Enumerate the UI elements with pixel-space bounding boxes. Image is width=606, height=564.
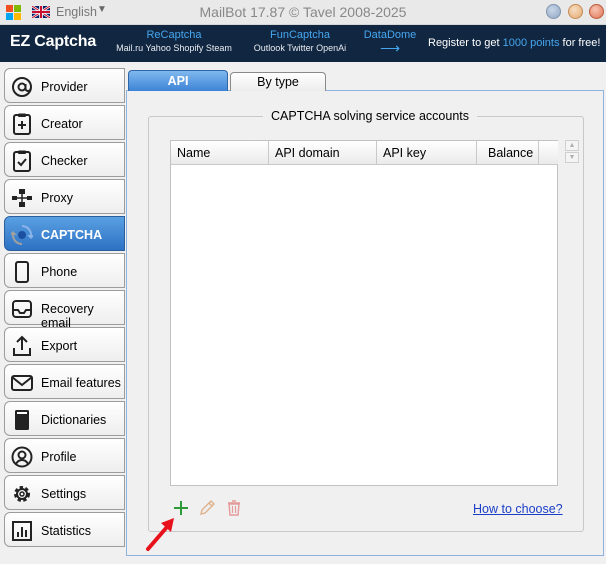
banner-funcaptcha: FunCaptcha Outlook Twitter OpenAi xyxy=(253,29,347,53)
maximize-button[interactable] xyxy=(568,4,583,19)
at-icon xyxy=(12,77,32,97)
inbox-icon xyxy=(12,300,32,318)
accounts-table[interactable]: Name API domain API key Balance xyxy=(170,140,558,486)
sidebar-item-export[interactable]: Export xyxy=(4,327,125,362)
envelope-icon xyxy=(11,375,33,391)
phone-icon xyxy=(15,261,29,283)
sidebar-item-statistics[interactable]: Statistics xyxy=(4,512,125,547)
column-header-name[interactable]: Name xyxy=(171,141,269,165)
book-icon xyxy=(15,410,29,430)
checklist-icon xyxy=(13,150,31,172)
delete-account-button[interactable] xyxy=(224,498,244,518)
column-header-balance[interactable]: Balance xyxy=(477,141,539,165)
sidebar-item-recovery-email[interactable]: Recovery email xyxy=(4,290,125,330)
banner-recaptcha: ReCaptcha Mail.ru Yahoo Shopify Steam xyxy=(116,29,232,53)
bar-chart-icon xyxy=(12,521,32,541)
scroll-down-button[interactable]: ▼ xyxy=(565,152,579,163)
add-document-icon xyxy=(13,113,31,135)
arrow-right-icon: ⟶ xyxy=(379,40,401,56)
sidebar-item-captcha[interactable]: CAPTCHA xyxy=(4,216,125,251)
sidebar-item-dictionaries[interactable]: Dictionaries xyxy=(4,401,125,436)
gear-icon xyxy=(14,486,30,502)
edit-account-button[interactable] xyxy=(197,498,217,518)
sidebar-item-settings[interactable]: Settings xyxy=(4,475,125,510)
tab-api[interactable]: API xyxy=(128,70,228,91)
user-icon xyxy=(11,446,33,468)
ad-banner[interactable]: EZ Captcha ReCaptcha Mail.ru Yahoo Shopi… xyxy=(0,25,606,62)
minimize-button[interactable] xyxy=(546,4,561,19)
export-icon xyxy=(13,335,31,356)
sidebar-item-creator[interactable]: Creator xyxy=(4,105,125,140)
column-header-api-domain[interactable]: API domain xyxy=(269,141,377,165)
sidebar-item-profile[interactable]: Profile xyxy=(4,438,125,473)
sidebar-item-provider[interactable]: Provider xyxy=(4,68,125,103)
captcha-icon xyxy=(11,225,33,245)
sidebar-item-checker[interactable]: Checker xyxy=(4,142,125,177)
scroll-up-button[interactable]: ▲ xyxy=(565,140,579,151)
register-promo: Register to get 1000 points for free! xyxy=(428,37,601,49)
banner-datadome: DataDome ⟶ xyxy=(363,29,417,56)
column-header-filler xyxy=(539,141,558,165)
group-title: CAPTCHA solving service accounts xyxy=(263,109,477,123)
sidebar-item-phone[interactable]: Phone xyxy=(4,253,125,288)
red-arrow-annotation xyxy=(146,518,174,551)
column-header-api-key[interactable]: API key xyxy=(377,141,477,165)
proxy-icon xyxy=(12,189,32,207)
title-bar: English ▼ MailBot 17.87 © Tavel 2008-202… xyxy=(0,0,606,25)
how-to-choose-link[interactable]: How to choose? xyxy=(473,502,563,516)
window-title: MailBot 17.87 © Tavel 2008-2025 xyxy=(199,4,407,20)
sidebar-item-email-features[interactable]: Email features xyxy=(4,364,125,399)
tab-by-type[interactable]: By type xyxy=(230,72,326,91)
close-button[interactable] xyxy=(589,4,604,19)
sidebar-item-proxy[interactable]: Proxy xyxy=(4,179,125,214)
ez-captcha-logo: EZ Captcha xyxy=(10,33,97,50)
